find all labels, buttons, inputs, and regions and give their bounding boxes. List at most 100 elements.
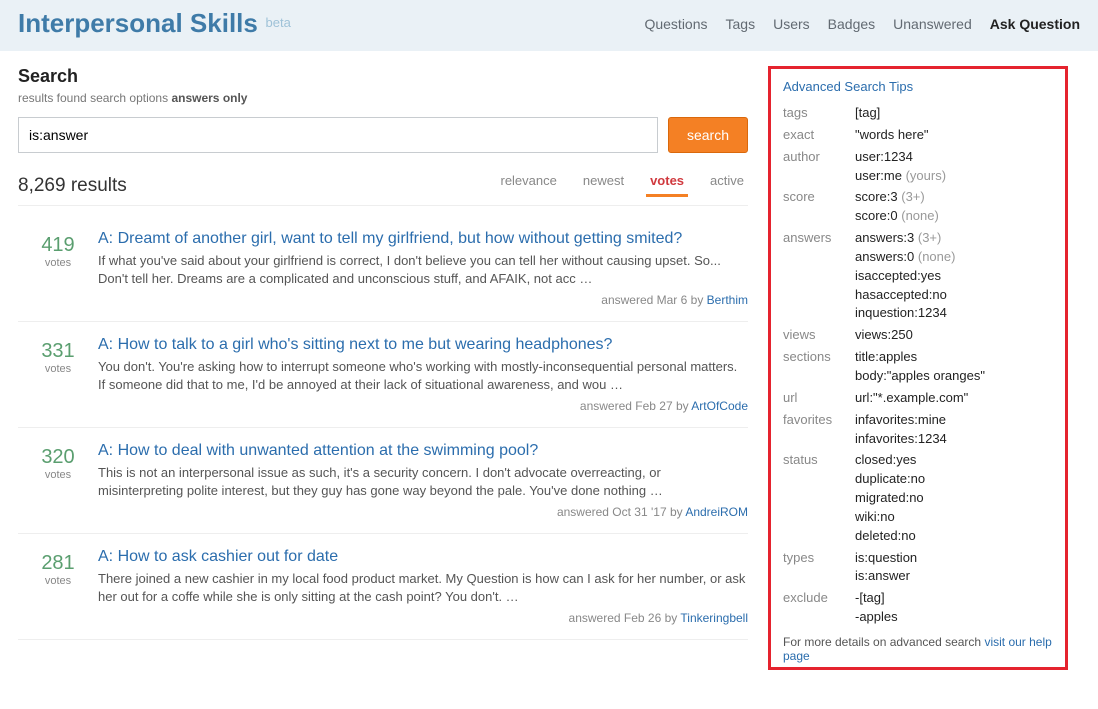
search-input[interactable] (18, 117, 658, 153)
vote-count: 281 (18, 552, 98, 575)
tip-value: -[tag]-apples (855, 589, 898, 627)
tips-list: tags[tag]exact"words here"authoruser:123… (783, 104, 1053, 627)
results-list: 419votesA: Dreamt of another girl, want … (18, 216, 748, 640)
vote-count: 419 (18, 234, 98, 257)
nav-ask-question[interactable]: Ask Question (990, 16, 1080, 32)
result-stats: 281votes (18, 548, 98, 625)
search-row: search (18, 117, 748, 153)
tip-row: tags[tag] (783, 104, 1053, 123)
tip-value: [tag] (855, 104, 880, 123)
tip-row: typesis:questionis:answer (783, 549, 1053, 587)
nav-questions[interactable]: Questions (644, 16, 707, 32)
site-title-block: Interpersonal Skills beta (18, 8, 291, 39)
tip-row: authoruser:1234user:me (yours) (783, 148, 1053, 186)
tip-label: tags (783, 104, 855, 123)
tip-value: title:applesbody:"apples oranges" (855, 348, 985, 386)
result-excerpt: This is not an interpersonal issue as su… (98, 464, 748, 499)
top-bar: Interpersonal Skills beta Questions Tags… (0, 0, 1098, 52)
result-body: A: How to deal with unwanted attention a… (98, 442, 748, 519)
tip-value: "words here" (855, 126, 929, 145)
sort-tabs: relevance newest votes active (496, 167, 748, 197)
tip-value: views:250 (855, 326, 913, 345)
tip-label: exclude (783, 589, 855, 627)
tip-label: sections (783, 348, 855, 386)
tab-active[interactable]: active (706, 167, 748, 197)
tip-row: answersanswers:3 (3+)answers:0 (none)isa… (783, 229, 1053, 323)
nav-badges[interactable]: Badges (828, 16, 875, 32)
result-title[interactable]: A: How to deal with unwanted attention a… (98, 442, 538, 460)
tip-label: url (783, 389, 855, 408)
tips-footer-text: For more details on advanced search (783, 635, 984, 649)
vote-label: votes (18, 469, 98, 481)
tab-newest[interactable]: newest (579, 167, 628, 197)
subhelp-found: results found (18, 91, 87, 105)
search-heading: Search (18, 66, 748, 87)
nav-unanswered[interactable]: Unanswered (893, 16, 972, 32)
tip-row: exclude-[tag]-apples (783, 589, 1053, 627)
tip-label: exact (783, 126, 855, 145)
vote-count: 331 (18, 340, 98, 363)
result-meta: answered Feb 27 by ArtOfCode (98, 399, 748, 413)
result-meta: answered Mar 6 by Berthim (98, 293, 748, 307)
tip-value: closed:yesduplicate:nomigrated:nowiki:no… (855, 451, 925, 545)
tip-label: views (783, 326, 855, 345)
search-subhelp: results found search options answers onl… (18, 91, 748, 105)
vote-label: votes (18, 575, 98, 587)
results-header: 8,269 results relevance newest votes act… (18, 167, 748, 206)
vote-label: votes (18, 363, 98, 375)
sidebar: Advanced Search Tips tags[tag]exact"word… (768, 66, 1068, 670)
result-title[interactable]: A: How to ask cashier out for date (98, 548, 338, 566)
result-excerpt: You don't. You're asking how to interrup… (98, 358, 748, 393)
result-title[interactable]: A: How to talk to a girl who's sitting n… (98, 336, 612, 354)
result-stats: 331votes (18, 336, 98, 413)
result-body: A: Dreamt of another girl, want to tell … (98, 230, 748, 307)
result-excerpt: There joined a new cashier in my local f… (98, 570, 748, 605)
search-result: 331votesA: How to talk to a girl who's s… (18, 322, 748, 428)
search-result: 281votesA: How to ask cashier out for da… (18, 534, 748, 640)
result-body: A: How to ask cashier out for date There … (98, 548, 748, 625)
tip-value: is:questionis:answer (855, 549, 917, 587)
nav-tags[interactable]: Tags (726, 16, 756, 32)
search-result: 419votesA: Dreamt of another girl, want … (18, 216, 748, 322)
result-stats: 320votes (18, 442, 98, 519)
search-result: 320votesA: How to deal with unwanted att… (18, 428, 748, 534)
tip-row: scorescore:3 (3+)score:0 (none) (783, 188, 1053, 226)
result-author-link[interactable]: Berthim (707, 293, 748, 307)
tab-relevance[interactable]: relevance (496, 167, 560, 197)
tip-label: author (783, 148, 855, 186)
result-meta: answered Feb 26 by Tinkeringbell (98, 611, 748, 625)
search-button[interactable]: search (668, 117, 748, 153)
result-author-link[interactable]: AndreiROM (685, 505, 748, 519)
result-count: 8,269 results (18, 175, 127, 197)
tips-heading[interactable]: Advanced Search Tips (783, 79, 1053, 94)
tip-label: score (783, 188, 855, 226)
nav-users[interactable]: Users (773, 16, 810, 32)
result-body: A: How to talk to a girl who's sitting n… (98, 336, 748, 413)
tip-label: answers (783, 229, 855, 323)
tip-row: sectionstitle:applesbody:"apples oranges… (783, 348, 1053, 386)
tip-label: types (783, 549, 855, 587)
tip-row: exact"words here" (783, 126, 1053, 145)
tips-footer: For more details on advanced search visi… (783, 635, 1053, 663)
result-title[interactable]: A: Dreamt of another girl, want to tell … (98, 230, 682, 248)
vote-label: votes (18, 257, 98, 269)
result-author-link[interactable]: Tinkeringbell (680, 611, 748, 625)
subhelp-filter: answers only (171, 91, 247, 105)
result-excerpt: If what you've said about your girlfrien… (98, 252, 748, 287)
vote-count: 320 (18, 446, 98, 469)
tip-value: user:1234user:me (yours) (855, 148, 946, 186)
tip-row: viewsviews:250 (783, 326, 1053, 345)
result-author-link[interactable]: ArtOfCode (691, 399, 748, 413)
result-stats: 419votes (18, 230, 98, 307)
search-tips-box: Advanced Search Tips tags[tag]exact"word… (768, 66, 1068, 670)
main-column: Search results found search options answ… (18, 66, 748, 670)
tip-value: infavorites:mineinfavorites:1234 (855, 411, 947, 449)
tab-votes[interactable]: votes (646, 167, 688, 197)
tip-value: url:"*.example.com" (855, 389, 968, 408)
tip-row: urlurl:"*.example.com" (783, 389, 1053, 408)
primary-nav: Questions Tags Users Badges Unanswered A… (644, 8, 1080, 32)
tip-value: answers:3 (3+)answers:0 (none)isaccepted… (855, 229, 955, 323)
site-title[interactable]: Interpersonal Skills (18, 8, 258, 38)
tip-value: score:3 (3+)score:0 (none) (855, 188, 939, 226)
tip-row: favoritesinfavorites:mineinfavorites:123… (783, 411, 1053, 449)
